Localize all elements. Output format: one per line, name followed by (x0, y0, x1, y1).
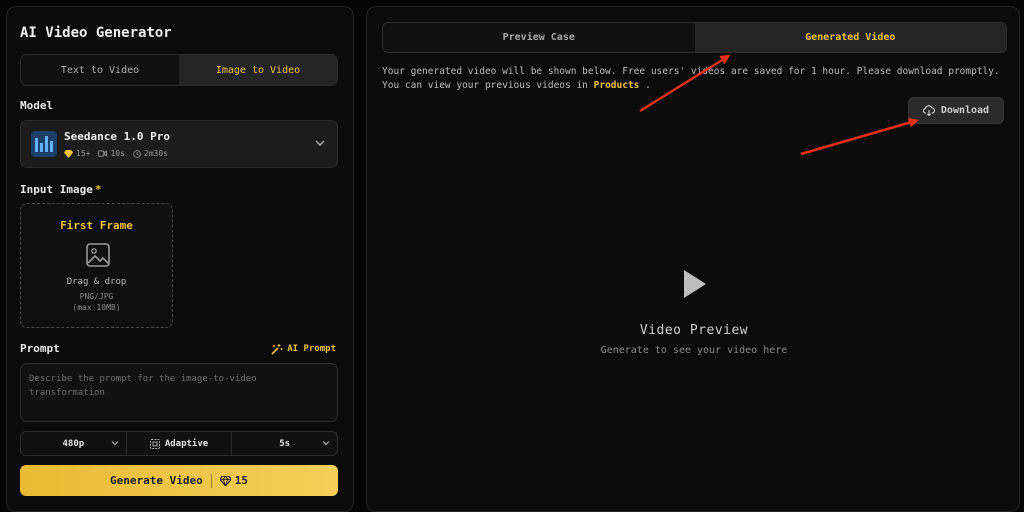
max-size-text: (max 10MB) (72, 303, 121, 312)
duration-select[interactable]: 5s (232, 432, 337, 455)
separator (210, 473, 212, 488)
chevron-down-icon (322, 441, 330, 446)
gem-icon (64, 149, 73, 158)
download-button[interactable]: Download (908, 97, 1004, 124)
notice-line-1: Your generated video will be shown below… (382, 66, 1000, 77)
chevron-down-icon (111, 441, 119, 446)
products-link[interactable]: Products (594, 80, 640, 91)
aspect-select[interactable]: Adaptive (127, 432, 233, 455)
model-logo-icon (31, 131, 57, 157)
preview-subtitle: Generate to see your video here (600, 345, 788, 356)
prompt-label: Prompt (20, 342, 60, 355)
mode-tabs: Text to Video Image to Video (20, 54, 338, 86)
camera-icon (98, 150, 108, 157)
model-select[interactable]: Seedance 1.0 Pro 15+ 10s 2m30s (20, 120, 338, 168)
play-icon (684, 270, 706, 298)
drag-drop-text: Drag & drop (66, 277, 127, 287)
gem-icon (219, 475, 231, 486)
cloud-download-icon (922, 105, 935, 116)
first-frame-dropzone[interactable]: First Frame Drag & drop PNG/JPG (max 10M… (20, 203, 173, 328)
model-name: Seedance 1.0 Pro (64, 130, 170, 143)
resolution-select[interactable]: 480p (21, 432, 127, 455)
tab-preview-case[interactable]: Preview Case (383, 23, 695, 52)
required-mark: * (94, 183, 102, 196)
clock-icon (133, 149, 141, 158)
preview-title: Video Preview (639, 323, 749, 338)
app-title: AI Video Generator (20, 25, 172, 41)
ai-prompt-button[interactable]: AI Prompt (271, 343, 336, 355)
chevron-down-icon (315, 140, 325, 146)
image-icon (86, 243, 110, 267)
model-label: Model (20, 99, 54, 112)
model-meta: 15+ 10s 2m30s (64, 149, 168, 158)
generate-cost: 15 (219, 474, 248, 487)
input-image-label: Input Image * (20, 183, 102, 196)
generate-video-button[interactable]: Generate Video 15 (20, 465, 338, 496)
model-duration: 10s (98, 149, 125, 158)
formats-text: PNG/JPG (79, 292, 114, 301)
notice-line-2: You can view your previous videos in Pro… (382, 80, 651, 91)
tab-text-to-video[interactable]: Text to Video (21, 55, 179, 85)
tab-generated-video[interactable]: Generated Video (694, 23, 1006, 52)
aspect-ratio-icon (149, 438, 160, 449)
magic-wand-icon (271, 344, 283, 355)
view-tabs: Preview Case Generated Video (382, 22, 1007, 53)
tab-image-to-video[interactable]: Image to Video (179, 55, 337, 85)
first-frame-title: First Frame (60, 219, 133, 232)
output-panel: Preview Case Generated Video Your genera… (366, 6, 1020, 512)
model-time: 2m30s (133, 149, 168, 158)
options-row: 480p Adaptive 5s (20, 431, 338, 456)
generator-panel: AI Video Generator Text to Video Image t… (6, 6, 354, 512)
model-credits: 15+ (64, 149, 90, 158)
prompt-input[interactable] (20, 363, 338, 422)
